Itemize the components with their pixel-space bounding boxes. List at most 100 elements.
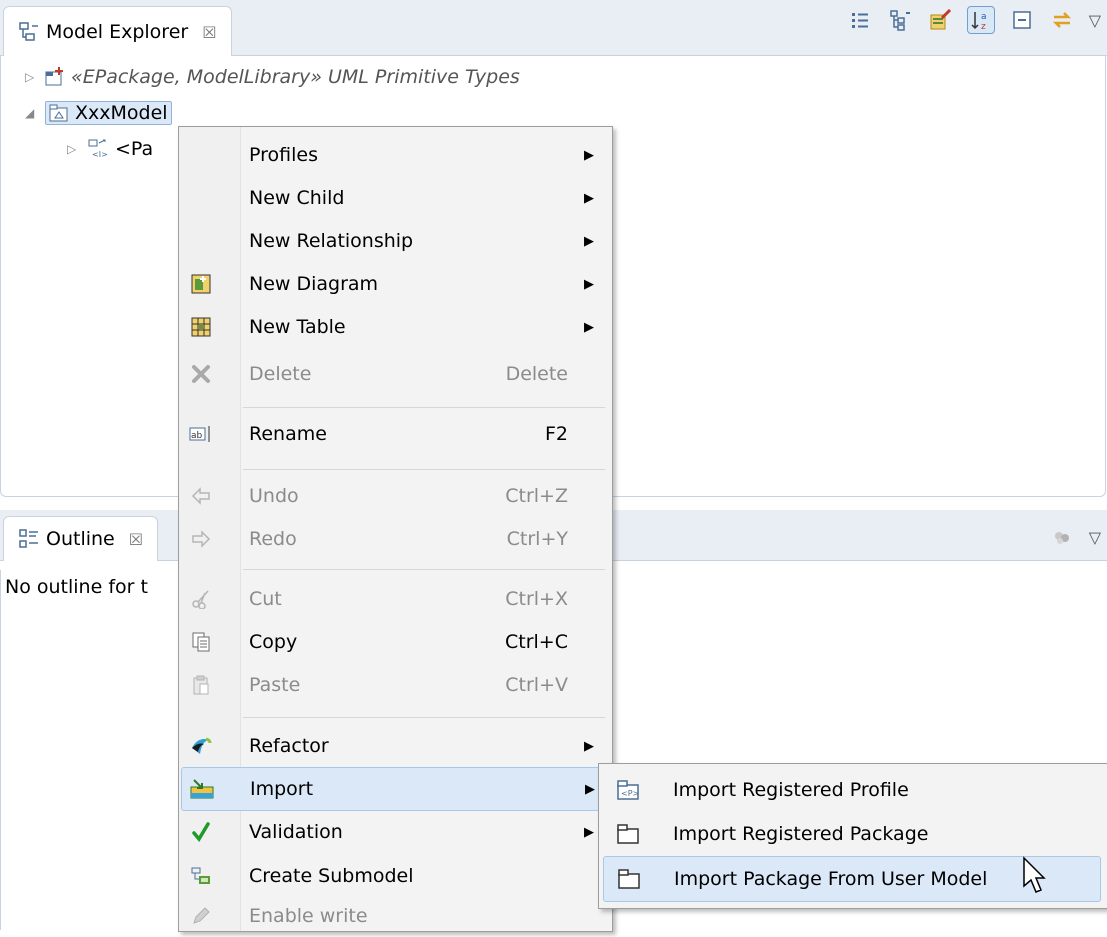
cut-icon (189, 587, 213, 611)
outline-options-icon[interactable] (1049, 524, 1075, 550)
tree-item-label: «EPackage, ModelLibrary» UML Primitive T… (71, 66, 520, 88)
link-editor-icon[interactable] (927, 7, 953, 33)
menu-item-create-submodel[interactable]: Create Submodel (181, 855, 608, 897)
menu-item-label: Refactor (249, 735, 329, 757)
menu-item-redo[interactable]: Redo Ctrl+Y (181, 518, 608, 560)
menu-item-new-child[interactable]: New Child ▶ (181, 177, 608, 219)
submenu-arrow-icon: ▶ (584, 319, 594, 335)
menu-item-new-relationship[interactable]: New Relationship ▶ (181, 220, 608, 262)
menu-item-rename[interactable]: ab Rename F2 (181, 413, 608, 455)
menu-item-label: Enable write (249, 905, 368, 927)
pencil-icon (189, 904, 213, 928)
menu-item-accelerator: Ctrl+Y (506, 528, 568, 550)
menu-item-delete[interactable]: Delete Delete (181, 353, 608, 395)
submenu-arrow-icon: ▶ (584, 824, 594, 840)
menu-item-accelerator: Ctrl+C (505, 631, 568, 653)
submenu-arrow-icon: ▶ (585, 781, 595, 797)
paste-icon (189, 673, 213, 697)
tab-outline[interactable]: Outline ☒ (3, 516, 159, 561)
rename-icon: ab (189, 422, 213, 446)
svg-text:<I>: <I> (92, 150, 108, 159)
submenu-arrow-icon: ▶ (584, 233, 594, 249)
menu-separator (243, 717, 605, 718)
tree-item-xxxmodel[interactable]: ◢ XxxModel (25, 98, 172, 128)
menu-item-label: Redo (249, 528, 297, 550)
menu-item-cut[interactable]: Cut Ctrl+X (181, 578, 608, 620)
show-hierarchy-icon[interactable] (887, 7, 913, 33)
create-submodel-icon (189, 864, 213, 888)
submenu-arrow-icon: ▶ (584, 276, 594, 292)
sort-alpha-icon[interactable]: az (966, 6, 995, 34)
import-icon (190, 777, 214, 801)
menu-item-enable-write[interactable]: Enable write (181, 895, 608, 937)
menu-item-label: New Table (249, 316, 346, 338)
tree-item-uml-primitive-types[interactable]: ▷ «EPackage, ModelLibrary» UML Primitive… (25, 62, 520, 92)
new-diagram-icon (189, 272, 213, 296)
show-flat-icon[interactable] (847, 7, 873, 33)
model-explorer-close-icon[interactable]: ☒ (202, 23, 216, 42)
model-explorer-icon (19, 22, 38, 41)
menu-item-label: Paste (249, 674, 301, 696)
menu-item-accelerator: Ctrl+V (505, 674, 568, 696)
outline-title: Outline (46, 528, 115, 550)
model-icon (49, 104, 68, 122)
svg-text:ab: ab (191, 431, 203, 441)
outline-icon (19, 529, 38, 548)
menu-item-refactor[interactable]: Refactor ▶ (181, 725, 608, 767)
context-menu: Profiles ▶ New Child ▶ New Relationship … (178, 126, 613, 932)
submenu-arrow-icon: ▶ (584, 147, 594, 163)
menu-item-label: Profiles (249, 144, 318, 166)
no-outline-message: No outline for t (5, 576, 148, 598)
expand-chevron-right-icon[interactable]: ▷ (67, 142, 81, 156)
menu-item-undo[interactable]: Undo Ctrl+Z (181, 475, 608, 517)
menu-item-validation[interactable]: Validation ▶ (181, 811, 608, 853)
menu-item-copy[interactable]: Copy Ctrl+C (181, 621, 608, 663)
menu-item-label: Undo (249, 485, 299, 507)
menu-item-new-table[interactable]: New Table ▶ (181, 306, 608, 348)
tree-item-label: XxxModel (75, 102, 168, 124)
model-explorer-toolbar: az ▽ (847, 6, 1107, 34)
expanded-chevron-down-icon[interactable]: ◢ (25, 106, 39, 120)
menu-item-paste[interactable]: Paste Ctrl+V (181, 664, 608, 706)
validation-check-icon (189, 820, 213, 844)
menu-item-accelerator: F2 (544, 423, 568, 445)
menu-item-label: Import (250, 778, 314, 800)
tree-item-package-import[interactable]: ▷ <I> <Pa (67, 134, 153, 164)
model-explorer-title: Model Explorer (46, 21, 189, 43)
view-menu-chevron-down-icon[interactable]: ▽ (1089, 528, 1101, 547)
outline-close-icon[interactable]: ☒ (129, 530, 143, 549)
delete-icon (189, 362, 213, 386)
menu-item-accelerator: Ctrl+Z (505, 485, 568, 507)
epackage-icon (45, 67, 63, 86)
menu-item-label: New Child (249, 187, 345, 209)
collapse-all-icon[interactable] (1009, 7, 1035, 33)
svg-text:z: z (981, 22, 986, 31)
refactor-icon (189, 734, 213, 758)
package-icon (617, 824, 639, 844)
menu-item-new-diagram[interactable]: New Diagram ▶ (181, 263, 608, 305)
menu-item-label: Rename (249, 423, 327, 445)
submenu-item-label: Import Registered Profile (673, 779, 909, 801)
package-import-icon: <I> (88, 139, 108, 159)
menu-item-profiles[interactable]: Profiles ▶ (181, 134, 608, 176)
svg-text:<P>: <P> (621, 789, 639, 798)
menu-item-label: New Relationship (249, 230, 414, 252)
submenu-item-import-registered-profile[interactable]: <P> Import Registered Profile (603, 768, 1099, 812)
undo-icon (189, 484, 213, 508)
menu-separator (243, 469, 605, 470)
menu-item-label: Create Submodel (249, 865, 414, 887)
tree-item-label: <Pa (115, 138, 154, 160)
expand-chevron-right-icon[interactable]: ▷ (25, 70, 39, 84)
menu-item-label: Cut (249, 588, 282, 610)
package-icon (618, 869, 640, 889)
view-menu-chevron-down-icon[interactable]: ▽ (1089, 11, 1101, 30)
menu-item-label: Copy (249, 631, 298, 653)
tab-model-explorer[interactable]: Model Explorer ☒ (3, 6, 232, 57)
profile-package-icon: <P> (617, 780, 639, 800)
submenu-item-import-registered-package[interactable]: Import Registered Package (603, 812, 1099, 856)
submenu-arrow-icon: ▶ (584, 738, 594, 754)
menu-item-import[interactable]: Import ▶ (181, 767, 610, 811)
svg-text:a: a (981, 12, 987, 22)
sync-icon[interactable] (1049, 7, 1075, 33)
outline-toolbar: ▽ (1049, 524, 1107, 550)
